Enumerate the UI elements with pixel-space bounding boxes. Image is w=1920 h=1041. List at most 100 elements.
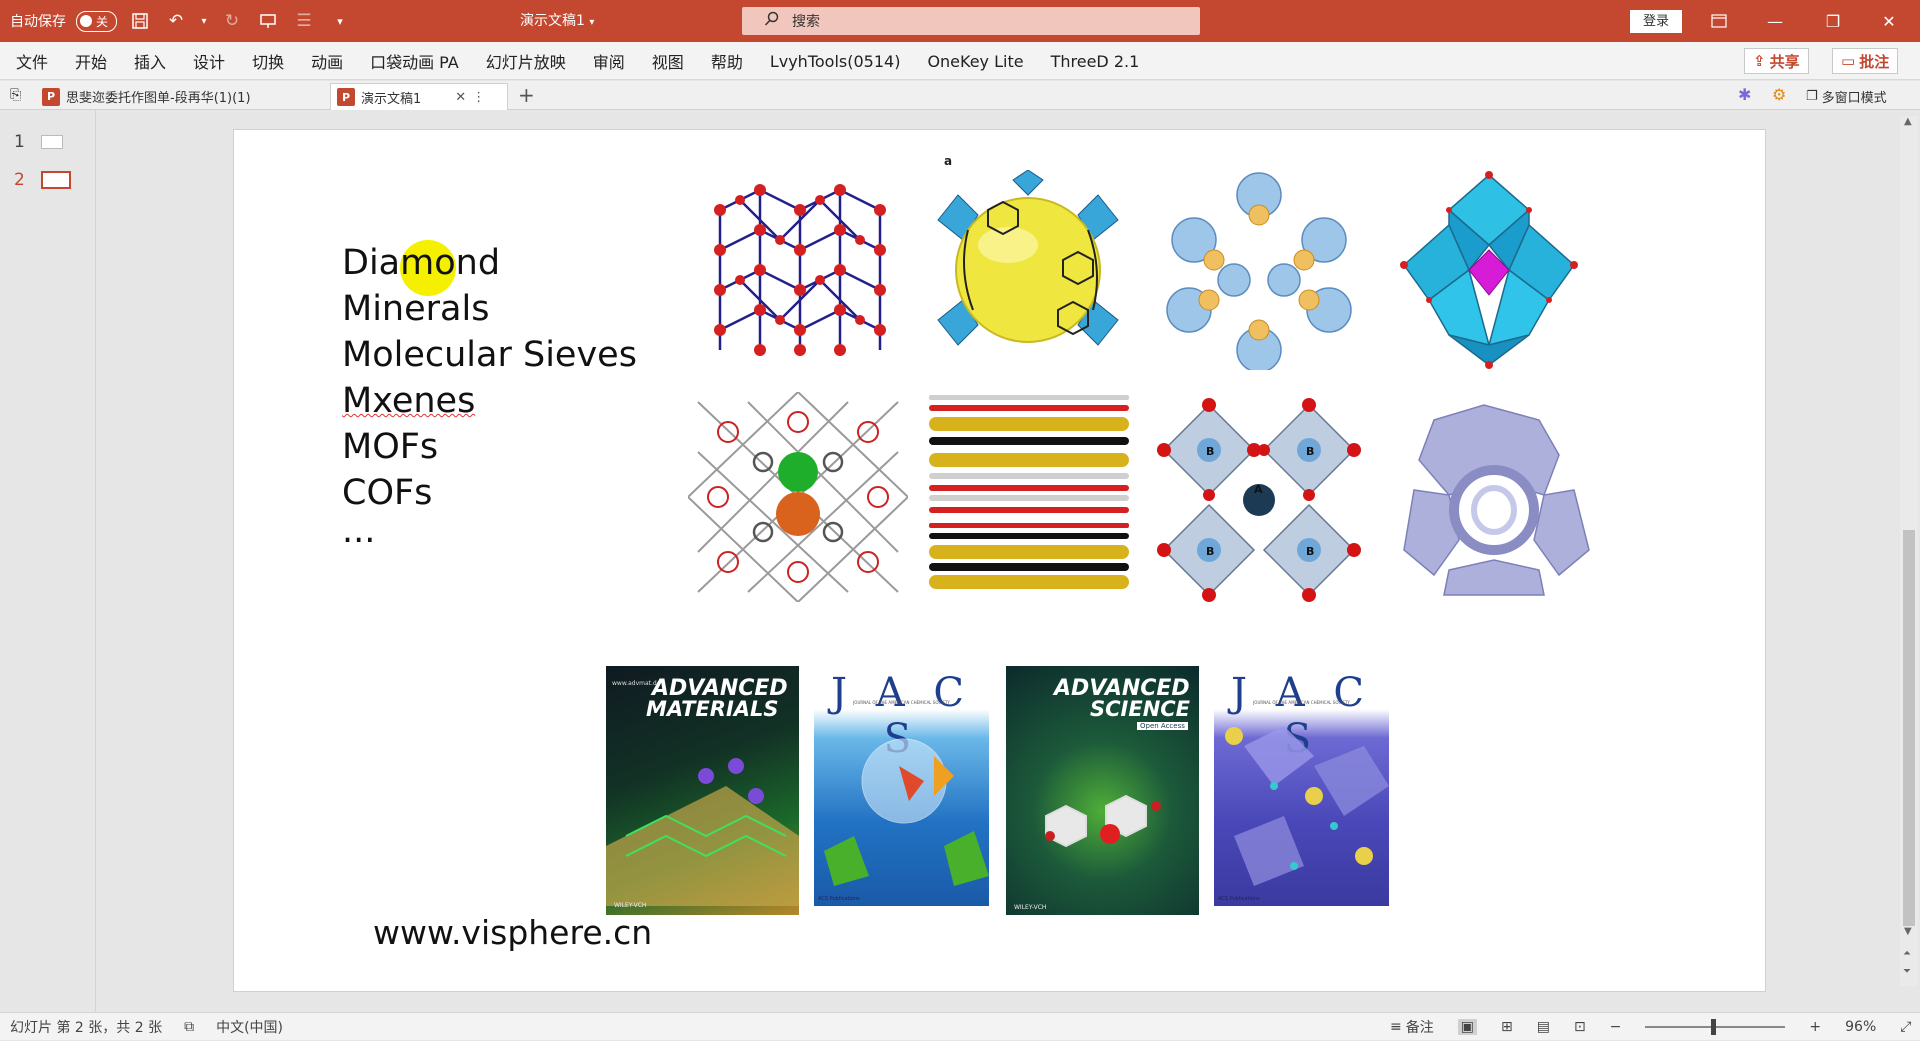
mof-cage-figure[interactable] (928, 170, 1128, 370)
share-icon: ⇪ (1753, 52, 1766, 70)
zoom-slider[interactable] (1645, 1019, 1786, 1035)
share-button[interactable]: ⇪ 共享 (1744, 48, 1809, 74)
toolbox-icon[interactable]: ✱ (1738, 85, 1751, 104)
scroll-up-icon[interactable]: ▲ (1904, 116, 1912, 127)
notes-icon: ≡ (1390, 1019, 1402, 1035)
redo-icon[interactable]: ↻ (219, 8, 245, 34)
document-tab-2[interactable]: P 演示文稿1 ✕ ⋮ (330, 83, 508, 110)
tab-help[interactable]: 帮助 (711, 49, 743, 73)
cover-subtitle: JOURNAL OF THE AMERICAN CHEMICAL SOCIETY (1253, 700, 1350, 705)
tab-insert[interactable]: 插入 (134, 49, 166, 73)
mxene-layers-figure[interactable] (924, 395, 1134, 595)
tab-slideshow[interactable]: 幻灯片放映 (486, 49, 566, 73)
zoom-level[interactable]: 96% (1845, 1019, 1876, 1035)
document-tabs-bar: ⎘ P 思斐迩委托作图单-段再华(1)(1) P 演示文稿1 ✕ ⋮ + ✱ ⚙… (0, 81, 1920, 110)
autosave-label: 自动保存 (10, 14, 66, 30)
restore-icon[interactable]: ❐ (1810, 0, 1856, 42)
accessibility-icon[interactable]: ⧉ (184, 1019, 194, 1035)
previous-slide-icon[interactable]: ⏶ (1903, 948, 1911, 959)
login-button[interactable]: 登录 (1630, 10, 1682, 33)
comments-label: 批注 (1859, 52, 1890, 71)
materials-list[interactable]: Diamond Minerals Molecular Sieves Mxenes… (342, 240, 637, 551)
document-tab-1-label: 思斐迩委托作图单-段再华(1)(1) (66, 91, 251, 106)
notes-label: 备注 (1405, 1020, 1434, 1036)
vertical-scrollbar[interactable]: ▲ ▼ ⏶ ⏷ (1900, 116, 1918, 986)
tab-lvyhtools[interactable]: LvyhTools(0514) (770, 52, 901, 71)
zoom-in-button[interactable]: + (1809, 1019, 1821, 1035)
cover-advanced-science[interactable]: ADVANCED SCIENCE Open Access WILEY-VCH (1006, 666, 1199, 915)
reading-view-icon[interactable]: ▤ (1537, 1019, 1550, 1035)
polyoxometalate-framework-figure[interactable] (1154, 170, 1364, 370)
notes-button[interactable]: ≡ 备注 (1390, 1017, 1434, 1037)
diamond-lattice-figure[interactable] (700, 170, 910, 370)
slide-info: 幻灯片 第 2 张，共 2 张 (10, 1020, 163, 1036)
multiwindow-button[interactable]: ❐ 多窗口模式 (1806, 87, 1887, 106)
tab-file[interactable]: 文件 (16, 49, 48, 73)
cover-subtitle: JOURNAL OF THE AMERICAN CHEMICAL SOCIETY (853, 700, 950, 705)
bullet-list-icon[interactable]: ☰ (291, 8, 317, 34)
multiwindow-label: 多窗口模式 (1821, 91, 1887, 106)
tab-review[interactable]: 审阅 (593, 49, 625, 73)
tab-more-icon[interactable]: ⋮ (472, 90, 485, 105)
minimize-icon[interactable]: — (1752, 0, 1798, 42)
title-bar: 自动保存 关 ↶ ▾ ↻ ☰ ▾ 演示文稿1 ▾ 搜索 登录 — ❐ ✕ (0, 0, 1920, 42)
cover-publisher: WILEY-VCH (614, 902, 647, 909)
fit-to-window-icon[interactable]: ⤢ (1900, 1019, 1911, 1035)
cover-jacs-1[interactable]: J A C S JOURNAL OF THE AMERICAN CHEMICAL… (814, 666, 989, 906)
slide-thumbnail-2[interactable]: 2 (14, 170, 71, 190)
svg-text:A: A (1254, 483, 1263, 496)
normal-view-icon[interactable]: ▣ (1457, 1019, 1477, 1035)
comments-button[interactable]: ▭ 批注 (1832, 48, 1899, 74)
search-box[interactable]: 搜索 (742, 7, 1200, 35)
tab-onekey-lite[interactable]: OneKey Lite (927, 52, 1023, 71)
tab-design[interactable]: 设计 (193, 49, 225, 73)
slide-canvas[interactable]: Diamond Minerals Molecular Sieves Mxenes… (233, 129, 1766, 992)
website-url[interactable]: www.visphere.cn (373, 913, 652, 952)
autosave-toggle[interactable]: 关 (76, 10, 118, 32)
close-tab-icon[interactable]: ✕ (455, 90, 466, 105)
document-tab-1[interactable]: P 思斐迩委托作图单-段再华(1)(1) (36, 83, 330, 110)
perovskite-structure-figure[interactable]: B B B B A (1154, 395, 1364, 605)
slide-thumbnail-1[interactable]: 1 (14, 132, 63, 152)
tab-home[interactable]: 开始 (75, 49, 107, 73)
cover-jacs-2[interactable]: J A C S JOURNAL OF THE AMERICAN CHEMICAL… (1214, 666, 1389, 906)
list-item: Minerals (342, 289, 490, 329)
tab-bar-menu-icon[interactable]: ⎘ (10, 87, 21, 103)
scroll-down-icon[interactable]: ▼ (1904, 926, 1912, 937)
cof-framework-figure[interactable] (688, 392, 908, 602)
new-tab-icon[interactable]: + (518, 83, 535, 107)
autosave-state: 关 (96, 14, 109, 29)
slide-sorter-icon[interactable]: ⊞ (1501, 1019, 1513, 1035)
language-indicator[interactable]: 中文(中国) (216, 1017, 283, 1037)
save-icon[interactable] (127, 8, 153, 34)
zoom-slider-handle[interactable] (1711, 1019, 1717, 1035)
chevron-down-icon: ▾ (589, 17, 595, 28)
multiwindow-icon: ❐ (1806, 89, 1818, 104)
scrollbar-thumb[interactable] (1903, 530, 1915, 926)
present-from-start-icon[interactable] (255, 8, 281, 34)
next-slide-icon[interactable]: ⏷ (1903, 966, 1911, 977)
close-icon[interactable]: ✕ (1866, 0, 1912, 42)
tab-transitions[interactable]: 切换 (252, 49, 284, 73)
undo-icon[interactable]: ↶ (163, 8, 189, 34)
ribbon: 文件 开始 插入 设计 切换 动画 口袋动画 PA 幻灯片放映 审阅 视图 帮助… (0, 42, 1920, 80)
tab-animations[interactable]: 动画 (311, 49, 343, 73)
tab-pocket-animation[interactable]: 口袋动画 PA (370, 49, 459, 73)
share-label: 共享 (1769, 52, 1800, 71)
keggin-cluster-figure[interactable] (1384, 170, 1594, 370)
undo-dropdown-icon[interactable]: ▾ (199, 8, 209, 34)
ribbon-display-options-icon[interactable] (1696, 0, 1742, 42)
document-title[interactable]: 演示文稿1 ▾ (520, 0, 594, 42)
list-item: ... (342, 511, 376, 551)
slide-thumbnail-image (40, 135, 63, 149)
cover-advanced-materials[interactable]: www.advmat.de ADVANCED MATERIALS WILEY-V… (606, 666, 799, 915)
list-item: Molecular Sieves (342, 335, 637, 375)
quick-access-toolbar: 自动保存 关 ↶ ▾ ↻ ☰ ▾ (10, 0, 353, 42)
zeolite-cage-figure[interactable] (1394, 400, 1594, 600)
zoom-out-button[interactable]: − (1610, 1019, 1622, 1035)
tab-view[interactable]: 视图 (652, 49, 684, 73)
tab-threed[interactable]: ThreeD 2.1 (1051, 52, 1140, 71)
slideshow-view-icon[interactable]: ⊡ (1574, 1019, 1586, 1035)
settings-icon[interactable]: ⚙ (1772, 85, 1786, 104)
customize-qat-icon[interactable]: ▾ (327, 8, 353, 34)
